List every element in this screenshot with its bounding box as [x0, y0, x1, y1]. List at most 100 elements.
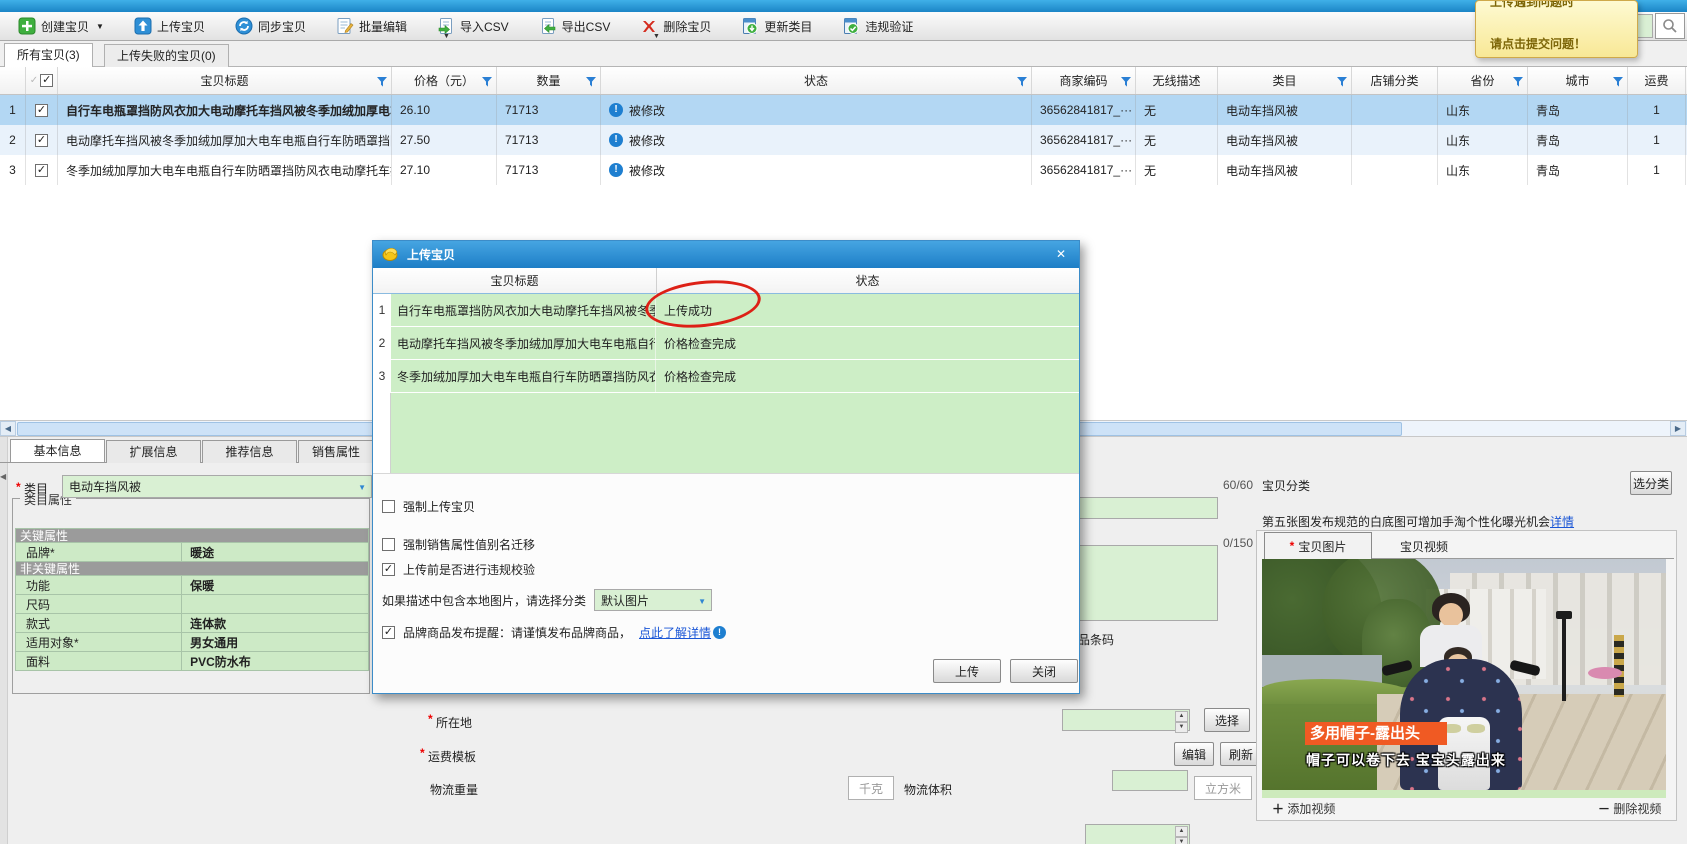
table-header-row: ✓ 宝贝标题 价格（元） 数量 状态 商家编码 无线描述 类目 店铺分类 省份 … — [0, 67, 1687, 95]
filter-icon[interactable] — [1337, 76, 1347, 90]
tab-basic-info[interactable]: 基本信息 — [10, 439, 105, 462]
chevron-down-icon[interactable]: ▼ — [96, 22, 104, 31]
close-icon[interactable]: ✕ — [1051, 245, 1071, 263]
cell-freight: 1 — [1628, 95, 1686, 125]
spin-down-icon[interactable]: ▼ — [1175, 722, 1188, 733]
table-row[interactable]: 2 电动摩托车挡风被冬季加绒加厚加大电车电瓶自行车防晒罩挡防... 27.50 … — [0, 125, 1687, 155]
brand-reminder-option[interactable]: 品牌商品发布提醒：请谨慎发布品牌商品， 点此了解详情 ! — [382, 624, 726, 641]
attr-value[interactable]: 连体款 — [182, 614, 368, 632]
dialog-titlebar[interactable]: 上传宝贝 ✕ — [373, 241, 1079, 268]
attr-value[interactable]: 暖途 — [182, 543, 368, 561]
dialog-row[interactable]: 2 电动摩托车挡风被冬季加绒加厚加大电车电瓶自行车防晒罩挡... 价格检查完成 — [373, 327, 1079, 360]
scroll-left-icon[interactable]: ◀ — [0, 421, 16, 436]
filter-icon[interactable] — [1513, 76, 1523, 90]
violation-verify-button[interactable]: 违规验证 — [834, 15, 921, 37]
barcode-input[interactable] — [1112, 770, 1188, 791]
attr-value[interactable]: 保暖 — [182, 576, 368, 594]
row-checkbox[interactable] — [35, 104, 48, 117]
dialog-upload-button[interactable]: 上传 — [933, 659, 1001, 683]
tab-item-video[interactable]: 宝贝视频 — [1384, 538, 1464, 558]
attr-value[interactable] — [182, 595, 368, 613]
filter-icon[interactable] — [377, 76, 387, 90]
local-image-category-option: 如果描述中包含本地图片，请选择分类 默认图片▼ — [382, 589, 712, 611]
panel-collapse-strip[interactable] — [0, 437, 8, 844]
notification-bubble[interactable]: 上传遇到问题时 请点击提交问题！ — [1475, 0, 1638, 58]
header-code[interactable]: 商家编码 — [1032, 67, 1136, 94]
header-freight[interactable]: 运费 — [1628, 67, 1686, 94]
tab-failed-items[interactable]: 上传失败的宝贝(0) — [104, 44, 229, 67]
volume-label: 物流体积 — [904, 781, 952, 798]
tab-all-items[interactable]: 所有宝贝(3) — [4, 43, 93, 67]
desc-textarea-partial[interactable] — [1060, 545, 1218, 621]
export-csv-button[interactable]: 导出CSV — [531, 15, 619, 37]
header-price[interactable]: 价格（元） — [392, 67, 497, 94]
choose-classify-button[interactable]: 选分类 — [1630, 471, 1672, 495]
spin-up-icon[interactable]: ▲ — [1175, 711, 1188, 722]
spin-up-icon[interactable]: ▲ — [1175, 826, 1188, 837]
batch-edit-button[interactable]: 批量编辑 — [328, 15, 415, 37]
weight-unit: 千克 — [848, 776, 894, 800]
upload-item-button[interactable]: 上传宝贝 — [126, 15, 213, 37]
attr-value[interactable]: PVC防水布 — [182, 652, 368, 670]
attr-value[interactable]: 男女通用 — [182, 633, 368, 651]
edit-freight-button[interactable]: 编辑 — [1174, 742, 1214, 766]
dialog-column-divider — [656, 268, 657, 294]
search-button[interactable] — [1655, 13, 1685, 39]
collapse-left-icon[interactable]: ◀ — [0, 472, 6, 481]
category-select[interactable]: 电动车挡风被▼ — [62, 475, 372, 498]
export-csv-dropdown-icon[interactable]: ▼ — [653, 33, 660, 40]
tab-extend-info[interactable]: 扩展信息 — [106, 440, 201, 463]
row-checkbox[interactable] — [35, 164, 48, 177]
tab-item-images[interactable]: * 宝贝图片 — [1264, 532, 1372, 559]
tip-detail-link[interactable]: 详情 — [1550, 515, 1574, 529]
dialog-row[interactable]: 3 冬季加绒加厚加大电车电瓶自行车防晒罩挡防风衣电动摩托车... 价格检查完成 — [373, 360, 1079, 393]
spin-down-icon[interactable]: ▼ — [1175, 837, 1188, 844]
tab-recommend-info[interactable]: 推荐信息 — [202, 440, 297, 463]
violation-checkbox[interactable] — [382, 563, 395, 576]
scroll-right-icon[interactable]: ▶ — [1670, 421, 1686, 436]
batch-edit-icon — [336, 17, 354, 35]
create-item-button[interactable]: 创建宝贝 ▼ — [10, 15, 112, 37]
brand-reminder-checkbox[interactable] — [382, 626, 395, 639]
remove-video-button[interactable]: － 删除视频 — [1598, 800, 1661, 817]
violation-check-option[interactable]: 上传前是否进行违规校验 — [382, 561, 535, 578]
header-shop-category[interactable]: 店铺分类 — [1352, 67, 1438, 94]
filter-icon[interactable] — [1613, 76, 1623, 90]
batch-edit-dropdown-icon[interactable]: ▼ — [443, 33, 450, 40]
header-select-all[interactable]: ✓ — [26, 67, 58, 94]
add-video-button[interactable]: ＋ 添加视频 — [1272, 800, 1335, 817]
sync-item-button[interactable]: 同步宝贝 — [227, 15, 314, 37]
filter-icon[interactable] — [1017, 76, 1027, 90]
tab-sale-attrs[interactable]: 销售属性 — [298, 440, 374, 463]
filter-icon[interactable] — [482, 76, 492, 90]
table-row[interactable]: 3 冬季加绒加厚加大电车电瓶自行车防晒罩挡防风衣电动摩托车挡... 27.10 … — [0, 155, 1687, 185]
delete-item-button[interactable]: 删除宝贝 — [632, 15, 719, 37]
header-status[interactable]: 状态 — [601, 67, 1032, 94]
cell-province: 山东 — [1438, 155, 1528, 185]
force-alias-checkbox[interactable] — [382, 538, 395, 551]
filter-icon[interactable] — [586, 76, 596, 90]
header-category[interactable]: 类目 — [1218, 67, 1352, 94]
header-province[interactable]: 省份 — [1438, 67, 1528, 94]
force-upload-option[interactable]: 强制上传宝贝 — [382, 498, 475, 515]
dialog-close-button[interactable]: 关闭 — [1010, 659, 1078, 683]
header-title[interactable]: 宝贝标题 — [58, 67, 392, 94]
header-wireless[interactable]: 无线描述 — [1136, 67, 1218, 94]
update-category-button[interactable]: 更新类目 — [733, 15, 820, 37]
title-input-partial[interactable] — [1060, 497, 1218, 519]
image-category-select[interactable]: 默认图片▼ — [594, 589, 712, 611]
force-upload-checkbox[interactable] — [382, 500, 395, 513]
cell-wireless: 无 — [1136, 125, 1218, 155]
force-alias-option[interactable]: 强制销售属性值别名迁移 — [382, 536, 535, 553]
row-checkbox[interactable] — [35, 134, 48, 147]
price-stepper[interactable]: ▲▼ — [1062, 709, 1190, 731]
filter-icon[interactable] — [1121, 76, 1131, 90]
header-city[interactable]: 城市 — [1528, 67, 1628, 94]
choose-location-button[interactable]: 选择 — [1204, 708, 1250, 732]
header-qty[interactable]: 数量 — [497, 67, 601, 94]
brand-detail-link[interactable]: 点此了解详情 — [639, 624, 711, 641]
table-row[interactable]: 1 自行车电瓶罩挡防风衣加大电动摩托车挡风被冬季加绒加厚电车... 26.10 … — [0, 95, 1687, 125]
select-all-checkbox[interactable] — [40, 74, 53, 87]
qty-stepper[interactable]: ▲▼ — [1085, 824, 1190, 844]
cell-status: 价格检查完成 — [656, 327, 1079, 359]
